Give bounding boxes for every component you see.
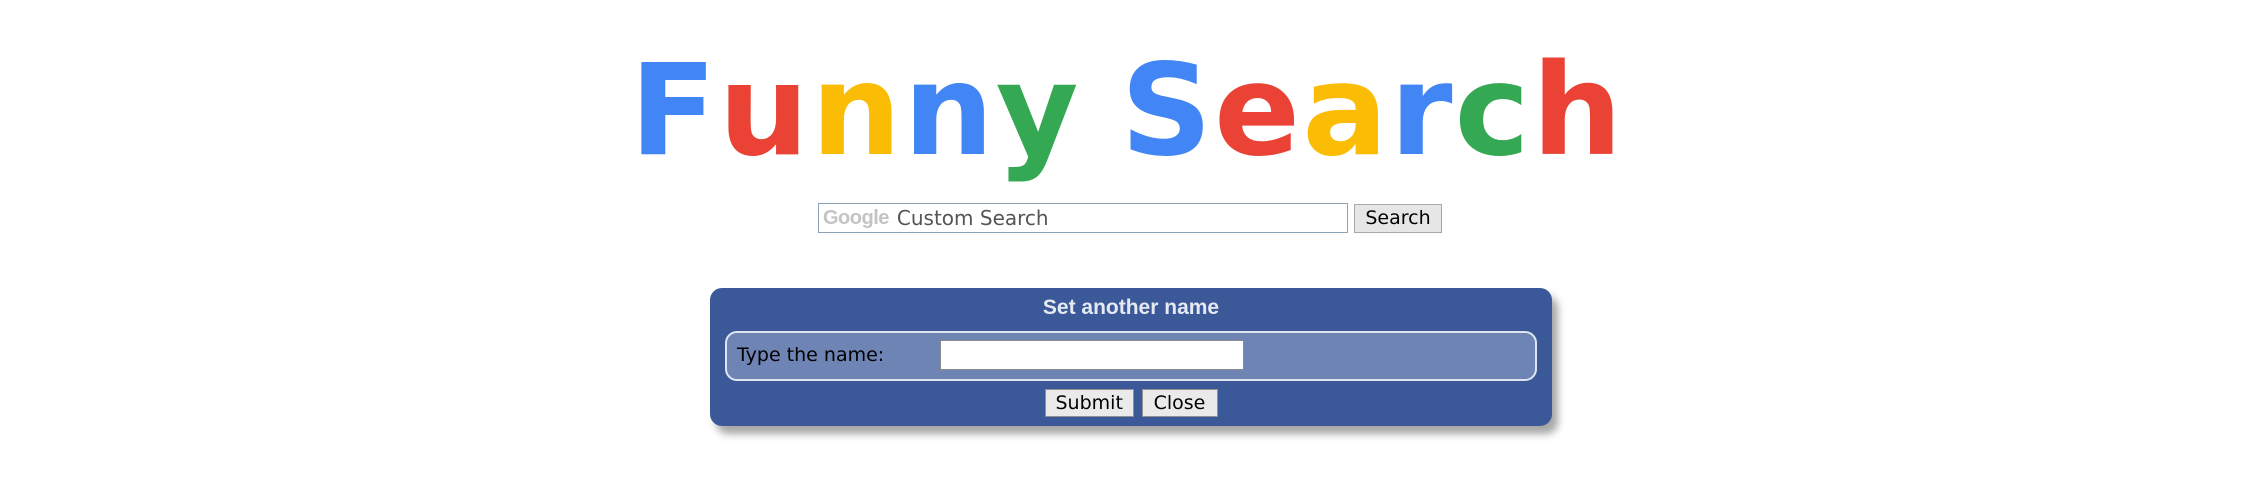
- name-field-label: Type the name:: [737, 344, 885, 366]
- submit-button[interactable]: Submit: [1044, 389, 1134, 417]
- dialog-button-row: Submit Close: [710, 389, 1552, 417]
- search-input[interactable]: [896, 205, 1347, 231]
- custom-search-bar: Google Search: [818, 202, 1442, 234]
- page: FunnySearch Google Search Set another na…: [0, 0, 2254, 493]
- logo-letter: y: [995, 36, 1081, 184]
- logo-letter: F: [629, 36, 719, 184]
- logo-letter: h: [1531, 36, 1625, 184]
- logo-letter: S: [1120, 36, 1215, 184]
- dialog-title: Set another name: [1042, 296, 1220, 319]
- logo-letter: n: [903, 36, 996, 184]
- logo-letter: r: [1389, 36, 1455, 184]
- logo-letter: a: [1302, 36, 1390, 184]
- name-field-panel: Type the name:: [725, 331, 1537, 381]
- logo-letter: u: [718, 36, 811, 184]
- name-input[interactable]: [940, 340, 1244, 370]
- funny-search-logo: Funny Search: [0, 40, 2254, 180]
- set-name-dialog: Set another name Type the name: Submit C…: [710, 288, 1552, 426]
- logo-letter: e: [1214, 36, 1303, 184]
- logo-letter: n: [810, 36, 904, 184]
- google-brand-mark: Google: [823, 206, 889, 229]
- search-box[interactable]: Google: [818, 203, 1348, 233]
- search-button[interactable]: Search: [1354, 203, 1442, 233]
- close-button[interactable]: Close: [1141, 389, 1218, 417]
- logo-letter: c: [1454, 36, 1532, 184]
